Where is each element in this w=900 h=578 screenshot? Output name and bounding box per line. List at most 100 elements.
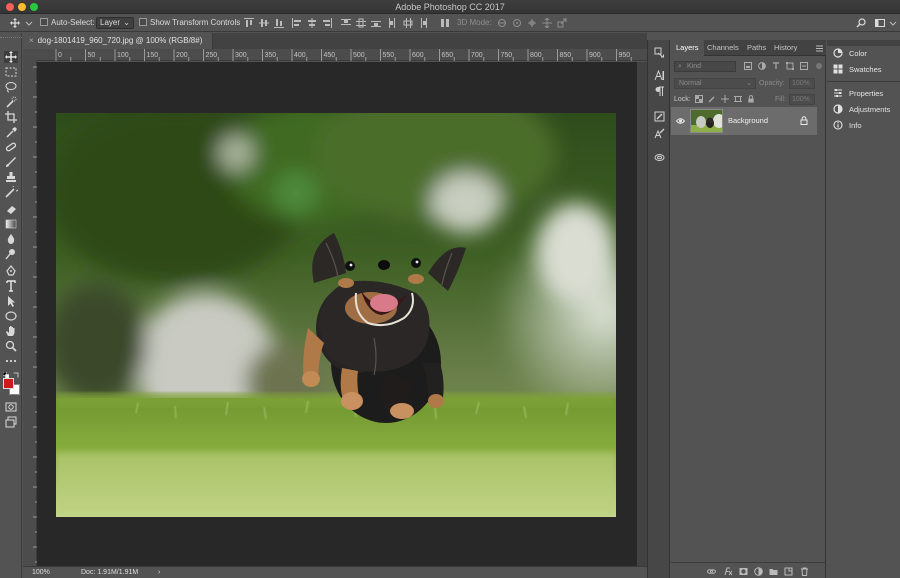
lasso-tool-icon[interactable]: [4, 81, 18, 93]
marquee-tool-icon[interactable]: [4, 66, 18, 78]
lock-position-icon[interactable]: [721, 95, 729, 103]
3d-orbit-icon[interactable]: [497, 18, 507, 28]
clone-stamp-tool-icon[interactable]: [4, 171, 18, 183]
distribute-center-icon[interactable]: [356, 18, 366, 28]
new-adjustment-layer-icon[interactable]: [754, 567, 763, 576]
distribute-horizontal-icon[interactable]: [403, 18, 413, 28]
quick-selection-tool-icon[interactable]: [4, 96, 18, 108]
healing-brush-tool-icon[interactable]: [4, 141, 18, 153]
distribute-bottom-icon[interactable]: [371, 18, 381, 28]
filter-smart-object-icon[interactable]: [800, 62, 808, 70]
eraser-tool-icon[interactable]: [4, 203, 18, 215]
status-menu-arrow[interactable]: ›: [158, 567, 160, 578]
tab-channels[interactable]: Channels: [707, 40, 739, 56]
adjustments-panel-button[interactable]: Adjustments: [833, 103, 890, 117]
fill-input[interactable]: 100%: [789, 94, 815, 105]
align-horizontal-center-icon[interactable]: [307, 18, 317, 28]
libraries-panel-icon[interactable]: [654, 152, 665, 163]
brush-settings-panel-icon[interactable]: [654, 111, 665, 122]
distribute-left-icon[interactable]: [388, 18, 398, 28]
shape-tool-icon[interactable]: [4, 310, 18, 322]
swatches-panel-button[interactable]: Swatches: [833, 63, 882, 77]
type-tool-icon[interactable]: [4, 280, 18, 292]
vertical-ruler[interactable]: [23, 61, 37, 566]
opacity-input[interactable]: 100%: [789, 78, 815, 89]
filter-pixel-icon[interactable]: [744, 62, 752, 70]
tab-history[interactable]: History: [774, 40, 797, 56]
new-layer-icon[interactable]: [784, 567, 793, 576]
screen-mode-icon[interactable]: [4, 416, 18, 428]
lock-artboard-icon[interactable]: [734, 95, 742, 103]
layer-filter-kind-select[interactable]: ⌕ Kind: [674, 61, 736, 72]
filter-type-icon[interactable]: [772, 62, 780, 70]
zoom-level[interactable]: 100%: [32, 567, 50, 578]
vertical-scrollbar[interactable]: [637, 62, 647, 566]
panel-menu-icon[interactable]: [816, 44, 823, 52]
search-icon[interactable]: [856, 18, 866, 28]
distribute-top-icon[interactable]: [341, 18, 351, 28]
show-transform-controls-checkbox[interactable]: Show Transform Controls: [139, 17, 240, 29]
layer-style-fx-icon[interactable]: [724, 567, 733, 576]
workspace-switcher-icon[interactable]: [875, 18, 885, 28]
foreground-color-swatch[interactable]: [3, 378, 14, 389]
align-left-icon[interactable]: [292, 18, 302, 28]
history-panel-icon[interactable]: [654, 47, 665, 58]
tab-paths[interactable]: Paths: [747, 40, 766, 56]
default-colors-icon[interactable]: [2, 370, 10, 379]
chevron-down-icon[interactable]: [888, 18, 897, 28]
dog-photo[interactable]: [56, 113, 616, 517]
add-mask-icon[interactable]: [739, 567, 748, 576]
align-top-icon[interactable]: [244, 18, 254, 28]
auto-align-layers-icon[interactable]: [440, 18, 450, 28]
path-selection-tool-icon[interactable]: [4, 295, 18, 307]
brush-tool-icon[interactable]: [4, 156, 18, 168]
auto-select-target-select[interactable]: Layer ⌄: [96, 17, 134, 29]
lock-icon[interactable]: [800, 116, 808, 125]
blend-mode-select[interactable]: Normal ⌄: [674, 78, 756, 89]
dodge-tool-icon[interactable]: [4, 248, 18, 260]
distribute-right-icon[interactable]: [418, 18, 428, 28]
3d-slide-icon[interactable]: [542, 18, 552, 28]
swap-colors-icon[interactable]: [13, 370, 19, 378]
pen-tool-icon[interactable]: [4, 265, 18, 277]
panel-dock-header[interactable]: [827, 40, 900, 46]
link-layers-icon[interactable]: [707, 567, 716, 576]
3d-scale-icon[interactable]: [557, 18, 567, 28]
eyedropper-tool-icon[interactable]: [4, 126, 18, 138]
crop-tool-icon[interactable]: [4, 111, 18, 123]
align-right-icon[interactable]: [322, 18, 332, 28]
filter-toggle-icon[interactable]: [815, 62, 823, 70]
gradient-tool-icon[interactable]: [4, 218, 18, 230]
chevron-down-icon[interactable]: [24, 18, 33, 28]
move-tool-preset-icon[interactable]: [10, 18, 20, 28]
hand-tool-icon[interactable]: [4, 325, 18, 337]
document-tab[interactable]: × dog-1801419_960_720.jpg @ 100% (RGB/8#): [23, 33, 213, 49]
document-canvas[interactable]: [37, 62, 637, 566]
filter-shape-icon[interactable]: [786, 62, 794, 70]
character-panel-icon[interactable]: [654, 70, 665, 81]
horizontal-ruler[interactable]: 0 50 100 150 200 250 300 350 400 450 500 550 600 650 7…: [37, 49, 647, 61]
filter-adjustment-icon[interactable]: [758, 62, 766, 70]
quick-mask-icon[interactable]: [4, 401, 18, 413]
trash-icon[interactable]: [800, 567, 809, 576]
layer-row[interactable]: Background: [671, 107, 817, 135]
lock-all-icon[interactable]: [747, 95, 755, 103]
lock-transparent-pixels-icon[interactable]: [695, 95, 703, 103]
3d-roll-icon[interactable]: [512, 18, 522, 28]
clone-source-panel-icon[interactable]: [654, 128, 665, 139]
eye-icon[interactable]: [676, 117, 685, 125]
align-bottom-icon[interactable]: [274, 18, 284, 28]
new-group-icon[interactable]: [769, 567, 778, 576]
auto-select-checkbox[interactable]: Auto-Select:: [40, 17, 95, 29]
ruler-origin[interactable]: [23, 49, 37, 61]
info-panel-button[interactable]: Info: [833, 119, 862, 133]
blur-tool-icon[interactable]: [4, 233, 18, 245]
history-brush-tool-icon[interactable]: [4, 186, 18, 198]
color-panel-button[interactable]: Color: [833, 47, 867, 61]
more-tools-icon[interactable]: [4, 355, 18, 367]
3d-pan-icon[interactable]: [527, 18, 537, 28]
move-tool-icon[interactable]: [4, 51, 18, 63]
paragraph-panel-icon[interactable]: [654, 86, 665, 97]
align-vertical-center-icon[interactable]: [259, 18, 269, 28]
zoom-tool-icon[interactable]: [4, 340, 18, 352]
